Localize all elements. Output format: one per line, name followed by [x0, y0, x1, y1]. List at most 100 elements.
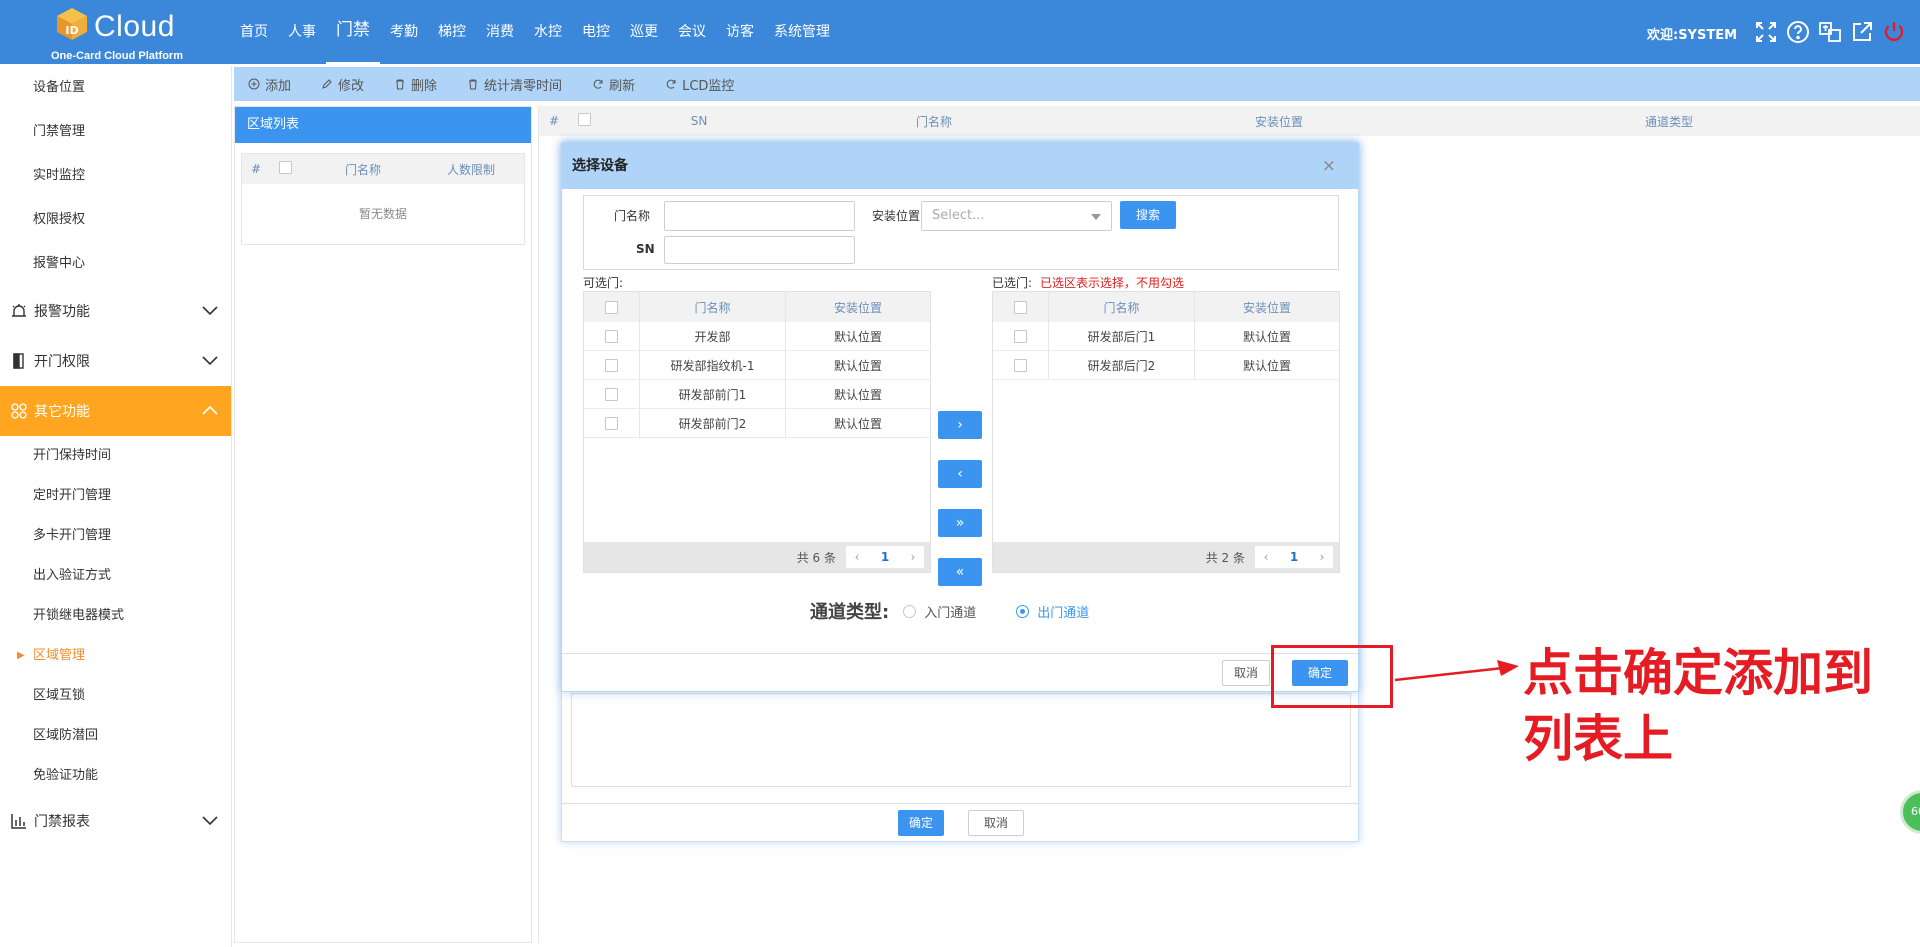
outer-cancel-button[interactable]: 取消 — [968, 810, 1024, 836]
row-checkbox[interactable] — [584, 322, 640, 350]
nav-access-control[interactable]: 门禁 — [326, 0, 380, 64]
lcd-monitor-button[interactable]: LCD监控 — [665, 75, 734, 94]
row-checkbox[interactable] — [584, 351, 640, 379]
refresh-button[interactable]: 刷新 — [592, 75, 635, 94]
available-doors-label: 可选门: — [583, 276, 624, 290]
nav-consumption[interactable]: 消费 — [476, 0, 524, 64]
nav-attendance[interactable]: 考勤 — [380, 0, 428, 64]
top-nav: 首页 人事 门禁 考勤 梯控 消费 水控 电控 巡更 会议 访客 系统管理 — [230, 0, 840, 64]
edit-button[interactable]: 修改 — [321, 75, 364, 94]
door-name-input[interactable] — [664, 201, 855, 231]
channel-in-label[interactable]: 入门通道 — [924, 602, 976, 621]
delete-button[interactable]: 删除 — [394, 75, 437, 94]
door-name-cell: 研发部后门1 — [1049, 322, 1195, 350]
col-location: 安装位置 — [1242, 300, 1291, 315]
available-pager: 共 6 条 ‹ 1 › — [584, 542, 930, 572]
svg-text:ID: ID — [65, 24, 78, 37]
location-cell: 默认位置 — [833, 329, 882, 344]
current-page[interactable]: 1 — [1277, 550, 1311, 564]
col-door-name: 门名称 — [1049, 292, 1195, 322]
location-cell: 默认位置 — [1242, 329, 1291, 344]
channel-out-radio[interactable] — [1016, 604, 1030, 618]
edit-label: 修改 — [338, 78, 365, 94]
add-button[interactable]: 添加 — [248, 75, 291, 94]
sidebar-item-region-interlock[interactable]: 区域互锁 — [0, 676, 231, 716]
sidebar-group-alarm[interactable]: 报警功能 — [0, 286, 231, 336]
nav-water[interactable]: 水控 — [524, 0, 572, 64]
sidebar-item-relay-mode[interactable]: 开锁继电器模式 — [0, 596, 231, 636]
nav-home[interactable]: 首页 — [230, 0, 278, 64]
sidebar-item-verify-mode[interactable]: 出入验证方式 — [0, 556, 231, 596]
delete-label: 删除 — [411, 78, 438, 94]
sidebar-item-access-management[interactable]: 门禁管理 — [0, 110, 231, 154]
help-icon[interactable] — [1786, 20, 1810, 44]
prev-page-icon[interactable]: ‹ — [1255, 550, 1277, 564]
location-select[interactable]: Select... — [921, 201, 1112, 231]
row-checkbox[interactable] — [584, 380, 640, 408]
select-all-checkbox[interactable] — [993, 292, 1049, 322]
sidebar-item-anti-passback[interactable]: 区域防潜回 — [0, 716, 231, 756]
table-row[interactable]: 开发部 默认位置 — [584, 322, 930, 351]
move-left-button[interactable]: ‹ — [938, 460, 982, 488]
sidebar-item-alarm-center[interactable]: 报警中心 — [0, 242, 231, 286]
select-all-checkbox[interactable] — [584, 292, 640, 322]
channel-type-label: 通道类型: — [810, 602, 890, 623]
header-icons — [1754, 20, 1906, 44]
sidebar-item-no-verify[interactable]: 免验证功能 — [0, 756, 231, 796]
sidebar-item-multi-card[interactable]: 多卡开门管理 — [0, 516, 231, 556]
fullscreen-icon[interactable] — [1754, 20, 1778, 44]
sidebar-group-report[interactable]: 门禁报表 — [0, 796, 231, 846]
translate-icon[interactable] — [1818, 20, 1842, 44]
row-checkbox[interactable] — [584, 409, 640, 437]
edit-link-icon[interactable] — [1850, 20, 1874, 44]
sidebar-group-open-permission[interactable]: 开门权限 — [0, 336, 231, 386]
current-page[interactable]: 1 — [868, 550, 902, 564]
refresh-icon — [666, 79, 676, 89]
sidebar-item-authorization[interactable]: 权限授权 — [0, 198, 231, 242]
power-icon[interactable] — [1882, 20, 1906, 44]
clear-time-button[interactable]: 统计清零时间 — [467, 75, 562, 94]
table-row[interactable]: 研发部前门1 默认位置 — [584, 380, 930, 409]
cancel-button[interactable]: 取消 — [1222, 660, 1270, 686]
plus-circle-icon — [248, 78, 260, 90]
table-row[interactable]: 研发部前门2 默认位置 — [584, 409, 930, 438]
select-all-checkbox[interactable] — [569, 113, 599, 129]
sidebar-item-realtime-monitor[interactable]: 实时监控 — [0, 154, 231, 198]
nav-meeting[interactable]: 会议 — [668, 0, 716, 64]
sidebar-item-timed-open[interactable]: 定时开门管理 — [0, 476, 231, 516]
select-all-checkbox[interactable] — [270, 161, 300, 177]
next-page-icon[interactable]: › — [902, 550, 924, 564]
sidebar-item-region-management[interactable]: ▶ 区域管理 — [0, 636, 231, 676]
nav-personnel[interactable]: 人事 — [278, 0, 326, 64]
trash-icon — [396, 79, 405, 90]
nav-visitor[interactable]: 访客 — [716, 0, 764, 64]
nav-power[interactable]: 电控 — [572, 0, 620, 64]
annotation-arrow-icon — [1394, 660, 1519, 682]
nav-system[interactable]: 系统管理 — [764, 0, 840, 64]
door-name-cell: 研发部前门1 — [640, 380, 786, 408]
lcd-monitor-label: LCD监控 — [682, 78, 735, 94]
nav-elevator[interactable]: 梯控 — [428, 0, 476, 64]
sn-input[interactable] — [664, 236, 855, 264]
sidebar-group-other[interactable]: 其它功能 — [0, 386, 231, 436]
move-all-right-button[interactable]: » — [938, 509, 982, 537]
table-row[interactable]: 研发部后门1 默认位置 — [993, 322, 1339, 351]
sidebar-item-open-hold-time[interactable]: 开门保持时间 — [0, 436, 231, 476]
channel-in-radio[interactable] — [903, 604, 917, 618]
sidebar-item-device-location[interactable]: 设备位置 — [0, 66, 231, 110]
channel-out-label[interactable]: 出门通道 — [1037, 602, 1089, 621]
table-row[interactable]: 研发部后门2 默认位置 — [993, 351, 1339, 380]
sidebar-group-label: 开门权限 — [34, 354, 90, 370]
next-page-icon[interactable]: › — [1311, 550, 1333, 564]
move-right-button[interactable]: › — [938, 411, 982, 439]
row-checkbox[interactable] — [993, 351, 1049, 379]
move-all-left-button[interactable]: « — [938, 558, 982, 586]
search-button[interactable]: 搜索 — [1120, 201, 1176, 229]
chevron-down-icon — [202, 356, 218, 366]
close-icon[interactable]: × — [1322, 143, 1336, 189]
table-row[interactable]: 研发部指纹机-1 默认位置 — [584, 351, 930, 380]
outer-confirm-button[interactable]: 确定 — [898, 810, 944, 836]
row-checkbox[interactable] — [993, 322, 1049, 350]
prev-page-icon[interactable]: ‹ — [846, 550, 868, 564]
nav-patrol[interactable]: 巡更 — [620, 0, 668, 64]
